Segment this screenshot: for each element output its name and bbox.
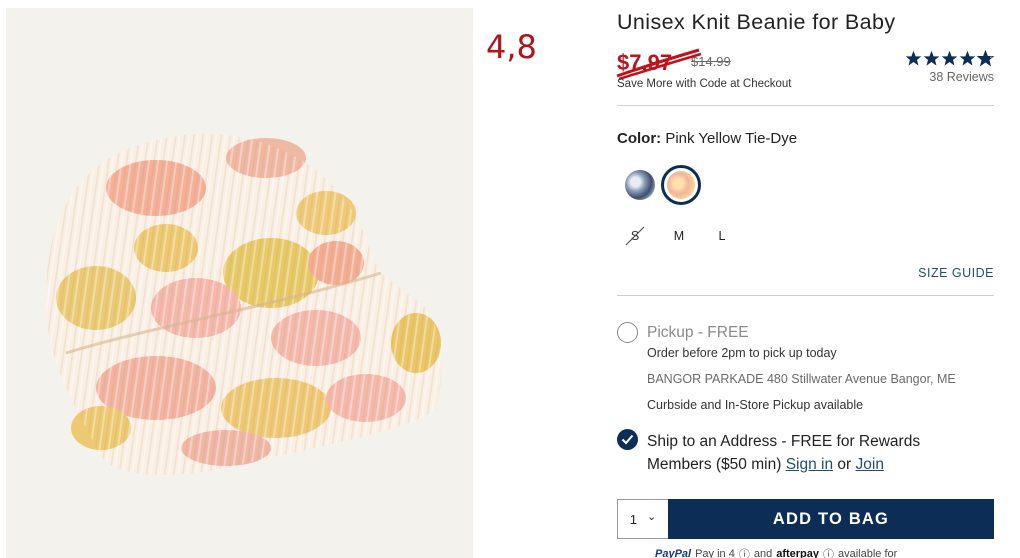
size-guide-link[interactable]: SIZE GUIDE — [918, 266, 994, 280]
color-label: Color: — [617, 130, 662, 147]
sign-in-link[interactable]: Sign in — [786, 456, 833, 473]
store-city: Bangor, ME — [890, 372, 956, 386]
divider — [617, 295, 994, 296]
star-rating — [905, 50, 994, 67]
size-s-button[interactable]: S — [623, 226, 647, 246]
product-info-panel: Unisex Knit Beanie for Baby $7.97 $14.99… — [616, 0, 994, 558]
join-link[interactable]: Join — [856, 456, 884, 473]
info-icon[interactable]: ⓘ — [739, 546, 750, 558]
swatch-blue-tie-dye[interactable] — [625, 170, 655, 200]
size-m-button[interactable]: M — [667, 226, 691, 246]
divider — [617, 105, 994, 106]
swatch-pink-fill — [667, 171, 695, 199]
swatch-pink-yellow-tie-dye[interactable] — [661, 165, 701, 205]
payment-available: available for — [838, 548, 898, 558]
star-icon — [959, 50, 976, 66]
ship-option: Ship to an Address - FREE for Rewards Me… — [647, 430, 987, 476]
promo-text: Save More with Code at Checkout — [617, 78, 792, 90]
info-icon[interactable]: ⓘ — [823, 546, 834, 558]
afterpay-logo: afterpay — [776, 548, 819, 558]
paypal-logo: PayPal — [655, 548, 692, 558]
reviews-count[interactable]: 38 Reviews — [905, 70, 994, 84]
size-l-button[interactable]: L — [710, 226, 734, 246]
payment-and: and — [753, 548, 773, 558]
quantity-value: 1 — [629, 511, 637, 527]
star-half-icon — [977, 50, 994, 67]
pickup-title: Pickup - FREE — [647, 324, 749, 341]
strike-scribble-icon — [616, 48, 702, 81]
ship-or: or — [837, 456, 852, 473]
original-price: $14.99 — [691, 54, 731, 69]
pickup-radio[interactable] — [617, 322, 638, 343]
product-title: Unisex Knit Beanie for Baby — [617, 10, 896, 34]
product-rating[interactable]: 38 Reviews — [905, 50, 994, 84]
pickup-curbside: Curbside and In-Store Pickup available — [647, 398, 864, 412]
add-to-bag-button[interactable]: ADD TO BAG — [668, 499, 994, 539]
pickup-order-before: Order before 2pm to pick up today — [647, 346, 837, 360]
ship-radio[interactable] — [617, 429, 638, 450]
price-row: $7.97 $14.99 Save More with Code at Chec… — [616, 48, 994, 96]
quantity-select[interactable]: 1 ⌄ — [617, 499, 669, 539]
rating-annotation: 4,8 — [486, 28, 537, 66]
checkmark-icon — [621, 434, 634, 445]
star-icon — [905, 50, 922, 66]
beanie-illustration — [45, 134, 442, 475]
product-image — [6, 8, 473, 558]
color-selection: Color: Pink Yellow Tie-Dye — [617, 130, 797, 147]
chevron-down-icon: ⌄ — [647, 511, 657, 523]
pickup-store[interactable]: BANGOR PARKADE 480 Stillwater Avenue Ban… — [647, 372, 956, 386]
star-icon — [941, 50, 958, 66]
store-address: 480 Stillwater Avenue — [766, 372, 887, 386]
star-icon — [923, 50, 940, 66]
color-value: Pink Yellow Tie-Dye — [665, 130, 798, 147]
paypal-text: Pay in 4 — [695, 548, 735, 558]
store-name: BANGOR PARKADE — [647, 372, 764, 386]
payment-options: PayPal Pay in 4 ⓘ and afterpay ⓘ availab… — [655, 546, 897, 558]
